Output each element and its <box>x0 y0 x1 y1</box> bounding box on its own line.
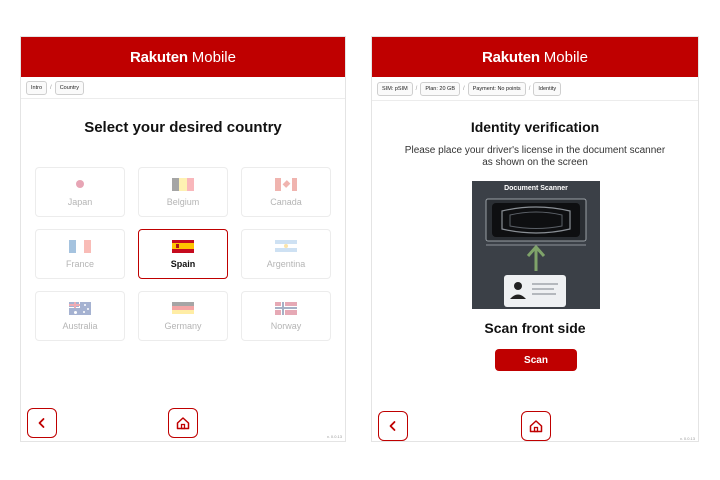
breadcrumb-country[interactable]: Country <box>54 80 84 95</box>
germany-flag-icon <box>172 301 194 315</box>
breadcrumb: Intro / Country <box>21 77 345 99</box>
chevron-left-icon <box>389 421 396 431</box>
id-card-icon <box>510 282 558 299</box>
document-scanner-illustration: Document Scanner <box>472 181 600 309</box>
breadcrumb-sim[interactable]: SIM: pSIM <box>377 81 413 96</box>
country-name: Germany <box>164 320 202 331</box>
breadcrumb-intro[interactable]: Intro <box>26 80 48 95</box>
country-name: Argentina <box>266 258 306 269</box>
country-name: Norway <box>270 320 302 331</box>
japan-flag-icon <box>69 177 91 191</box>
breadcrumb: SIM: pSIM / Plan: 20 GB / Payment: No po… <box>372 77 698 101</box>
canada-flag-icon <box>275 177 297 191</box>
logo-sub: Mobile <box>543 48 588 66</box>
country-card-canada[interactable]: Canada <box>241 167 331 217</box>
scan-button[interactable]: Scan <box>495 349 577 371</box>
version-label: v. 0.0.13 <box>679 436 695 441</box>
page-title: Identity verification <box>470 119 600 135</box>
france-flag-icon <box>69 239 91 253</box>
country-name: Canada <box>270 196 302 207</box>
chevron-left-icon <box>38 418 45 428</box>
breadcrumb-separator: / <box>463 85 465 92</box>
breadcrumb-separator: / <box>50 84 52 91</box>
version-label: v. 0.0.13 <box>326 434 342 439</box>
spain-flag-icon <box>172 239 194 253</box>
country-name: Belgium <box>166 196 200 207</box>
logo-sub: Mobile <box>191 48 236 66</box>
rakuten-mobile-logo: Rakuten Mobile <box>482 49 588 66</box>
country-card-france[interactable]: France <box>35 229 125 279</box>
scan-side-heading: Scan front side <box>484 320 586 336</box>
country-card-norway[interactable]: Norway <box>241 291 331 341</box>
drivers-license-card <box>504 275 566 307</box>
page-title: Select your desired country <box>84 119 282 136</box>
logo-brand: Rakuten <box>130 48 188 66</box>
back-button[interactable] <box>27 408 57 438</box>
app-header: Rakuten Mobile <box>372 37 698 77</box>
country-selection-screen: Rakuten Mobile Intro / Country Select yo… <box>20 36 346 442</box>
identity-verification-screen: Rakuten Mobile SIM: pSIM / Plan: 20 GB /… <box>371 36 699 442</box>
rakuten-mobile-logo: Rakuten Mobile <box>130 49 236 66</box>
logo-brand: Rakuten <box>482 48 540 66</box>
country-grid: Japan Belgium Canada France Spain Argent… <box>35 167 331 341</box>
country-name: Spain <box>170 258 196 269</box>
app-header: Rakuten Mobile <box>21 37 345 77</box>
home-button[interactable] <box>521 411 551 441</box>
country-name: Japan <box>67 196 93 207</box>
breadcrumb-identity[interactable]: Identity <box>533 81 562 96</box>
country-card-japan[interactable]: Japan <box>35 167 125 217</box>
breadcrumb-separator: / <box>528 85 531 92</box>
australia-flag-icon <box>69 301 91 315</box>
breadcrumb-separator: / <box>415 85 418 92</box>
norway-flag-icon <box>275 301 297 315</box>
breadcrumb-plan[interactable]: Plan: 20 GB <box>420 81 461 96</box>
back-button[interactable] <box>378 411 408 441</box>
country-card-argentina[interactable]: Argentina <box>241 229 331 279</box>
country-name: France <box>65 258 94 269</box>
home-icon <box>176 417 190 430</box>
argentina-flag-icon <box>275 239 297 253</box>
belgium-flag-icon <box>172 177 194 191</box>
country-card-germany[interactable]: Germany <box>138 291 228 341</box>
instruction-text: Please place your driver's license in th… <box>404 145 666 168</box>
home-button[interactable] <box>168 408 198 438</box>
country-card-australia[interactable]: Australia <box>35 291 125 341</box>
home-icon <box>529 420 543 433</box>
breadcrumb-payment[interactable]: Payment: No points <box>467 81 526 96</box>
country-card-belgium[interactable]: Belgium <box>138 167 228 217</box>
country-name: Australia <box>62 320 98 331</box>
country-card-spain[interactable]: Spain <box>138 229 228 279</box>
